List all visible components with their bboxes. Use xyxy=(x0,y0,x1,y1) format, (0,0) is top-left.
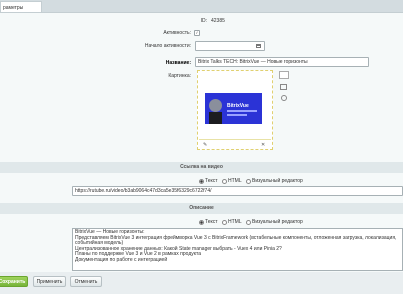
radio-visual[interactable] xyxy=(246,178,251,184)
thumbnail-image: BitrixVue xyxy=(205,93,262,124)
start-activity-input[interactable] xyxy=(195,41,265,51)
calendar-icon[interactable] xyxy=(256,44,261,48)
active-label: Активность: xyxy=(163,30,191,36)
apply-button[interactable]: Применить xyxy=(33,276,66,287)
tab-parameters[interactable]: раметры xyxy=(0,1,42,12)
description-line: Документация по работе с интеграцией xyxy=(75,256,168,263)
radio-html[interactable] xyxy=(221,178,227,184)
video-url-input[interactable]: https://rutube.ru/video/b3ab9064c47d3ca5… xyxy=(72,186,403,196)
radio-text[interactable] xyxy=(199,178,204,184)
radio-visual[interactable] xyxy=(246,219,251,225)
thumbnail-line xyxy=(227,110,257,112)
tab-strip xyxy=(0,0,403,12)
active-checkbox[interactable]: ✓ xyxy=(194,30,200,36)
radio-text[interactable] xyxy=(199,219,204,225)
thumbnail-title: BitrixVue xyxy=(227,103,249,109)
id-value: 42385 xyxy=(211,18,225,24)
image-upload-icon[interactable] xyxy=(280,84,287,90)
image-settings-icon[interactable] xyxy=(281,95,287,101)
id-label: ID: xyxy=(200,18,207,24)
radio-html[interactable] xyxy=(221,219,227,225)
edit-icon[interactable]: ✎ xyxy=(203,142,207,148)
start-activity-label: Начало активности: xyxy=(144,43,191,49)
menu-icon[interactable] xyxy=(279,71,289,79)
picture-label: Картинка: xyxy=(168,73,191,79)
speaker-body xyxy=(209,112,222,124)
cancel-button[interactable]: Отменить xyxy=(70,276,102,287)
video-editor-mode: Текст HTML Визуальный редактор xyxy=(199,178,306,184)
thumbnail-line xyxy=(227,114,247,116)
description-editor-mode: Текст HTML Визуальный редактор xyxy=(199,219,306,225)
delete-icon[interactable]: ✕ xyxy=(261,142,265,148)
save-button[interactable]: Сохранить xyxy=(0,276,28,287)
speaker-photo xyxy=(209,99,222,112)
dropzone-divider xyxy=(199,139,271,140)
description-textarea[interactable]: BitrixVue — Новые горизонты: Представляе… xyxy=(72,228,403,271)
description-section-header: Описание xyxy=(0,203,403,214)
name-label: Название: xyxy=(165,60,191,66)
name-input[interactable]: Bitrix Talks TECH: BitrixVue — Новые гор… xyxy=(195,57,369,67)
video-section-header: Ссылка на видео xyxy=(0,162,403,173)
tab-label: раметры xyxy=(3,5,24,11)
